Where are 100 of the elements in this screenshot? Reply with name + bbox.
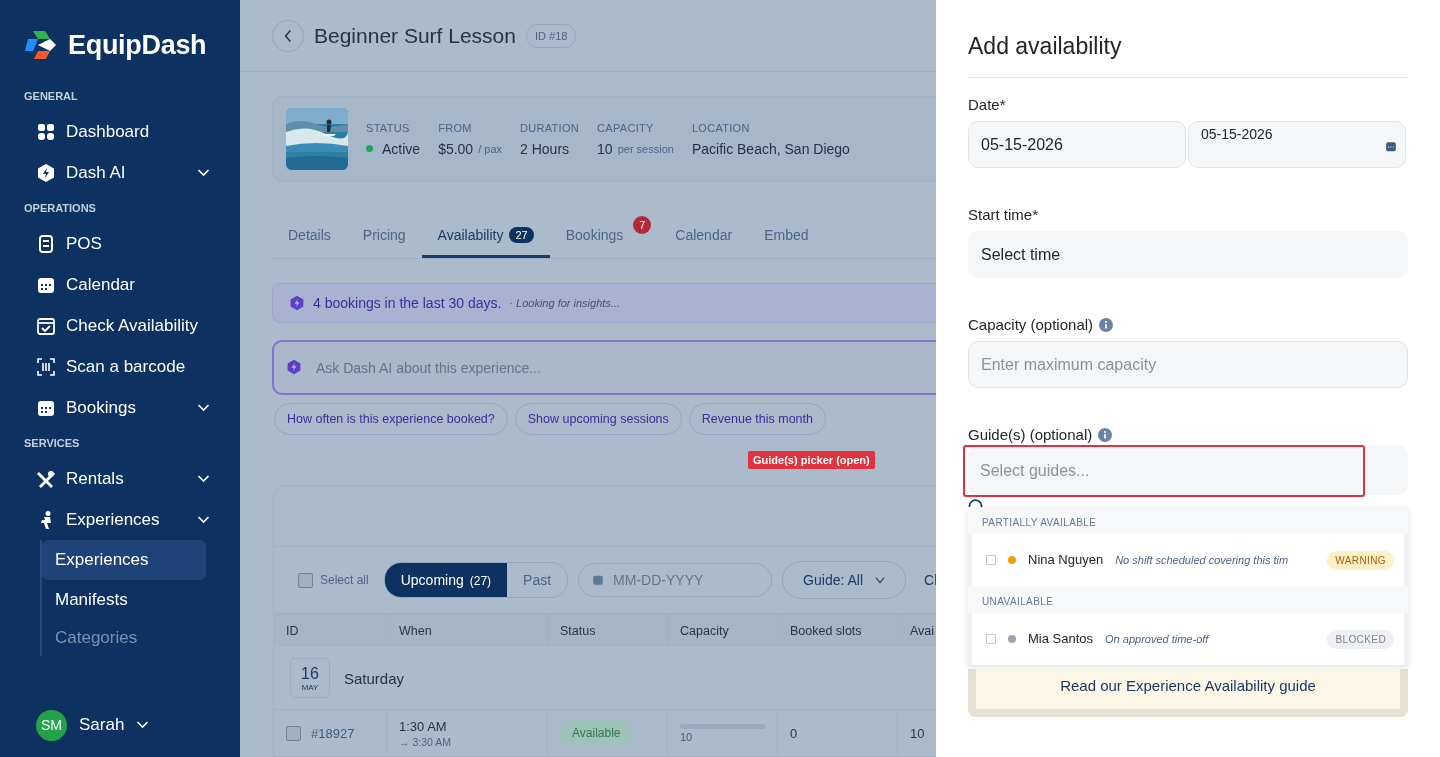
section-heading: GENERAL	[24, 90, 79, 102]
insight-text: 4 bookings in the last 30 days.	[313, 295, 502, 311]
time-select[interactable]: Select time	[968, 231, 1408, 278]
nav-item[interactable]: Rentals	[24, 458, 240, 499]
brand-name: EquipDash	[68, 29, 207, 61]
card-terminal-icon	[36, 233, 56, 254]
tab[interactable]: Availability 27	[421, 214, 550, 258]
stat-value: Pacific Beach, San Diego	[691, 140, 850, 157]
stat-label: FROM	[438, 121, 473, 134]
status-dot	[366, 145, 373, 152]
nav-label: Dash AI	[66, 162, 127, 183]
stat-value: $5.00	[438, 140, 474, 157]
nav-label: Bookings	[66, 397, 137, 418]
field-label: Start time*	[968, 206, 1040, 223]
panel-title: Add availability	[968, 0, 1408, 78]
stat-label: DURATION	[520, 121, 580, 134]
segment-button[interactable]: Upcoming (27)	[384, 563, 508, 597]
calendar-icon	[1385, 140, 1397, 153]
table-cell: 10	[680, 730, 693, 743]
nav-item[interactable]: Check Availability	[24, 305, 240, 346]
start-time: 1:30 AM	[399, 718, 447, 734]
section-heading: OPERATIONS	[24, 202, 97, 214]
calendar-check-icon	[36, 315, 56, 336]
insight-note: · Looking for insights...	[509, 297, 620, 309]
nav-label: Experiences	[66, 509, 161, 530]
nav-item[interactable]: Experiences	[24, 499, 240, 540]
stat-unit: per session	[617, 142, 674, 155]
nav-label: Check Availability	[66, 315, 199, 336]
field-label: Date*	[968, 96, 1007, 113]
group-heading: PARTIALLY AVAILABLE	[968, 507, 1408, 534]
field-label: Guide(s) (optional)	[968, 426, 1093, 443]
sub-nav-item[interactable]: Categories	[42, 620, 206, 656]
sub-nav-item[interactable]: Manifests	[42, 580, 206, 620]
toolbar-button[interactable]: Cl	[916, 572, 936, 588]
guide-name: Nina Nguyen	[1028, 551, 1104, 569]
checkbox[interactable]	[986, 634, 996, 644]
user-name: Sarah	[79, 715, 125, 735]
column-header: Status	[548, 614, 668, 647]
stat-unit: / pax	[478, 142, 503, 155]
nav-label: Scan a barcode	[66, 356, 187, 377]
info-icon[interactable]	[1099, 317, 1114, 332]
info-icon[interactable]	[1098, 427, 1113, 442]
checkbox[interactable]	[298, 572, 313, 588]
count-badge: 27	[509, 226, 534, 243]
section-heading: SERVICES	[24, 437, 81, 449]
nav-item[interactable]: Scan a barcode	[24, 346, 240, 387]
notification-badge: 7	[633, 216, 652, 234]
nav-item[interactable]: Calendar	[24, 264, 240, 305]
stat-label: CAPACITY	[597, 121, 655, 134]
field-label: Capacity (optional)	[968, 316, 1094, 333]
checkbox-label: Select all	[320, 573, 369, 587]
crossed-tools-icon	[36, 468, 56, 489]
weekday-label: Saturday	[344, 669, 405, 687]
status-tag: WARNING	[1327, 550, 1394, 570]
guide-option[interactable]: Mia Santos On approved time-off BLOCKED	[968, 613, 1408, 665]
nav-item[interactable]: Dash AI	[24, 152, 240, 193]
guide-note: On approved time-off	[1105, 633, 1210, 645]
nav-item[interactable]: Bookings	[24, 387, 240, 428]
guide-link[interactable]: Read our Experience Availability guide	[1060, 677, 1316, 694]
table-cell: #18927	[311, 725, 355, 741]
date-filter-field[interactable]: MM-DD-YYYY	[578, 563, 773, 597]
guide-name: Mia Santos	[1028, 630, 1094, 648]
stat-value: 10	[597, 140, 613, 157]
checkbox[interactable]	[986, 555, 996, 565]
hexagon-bolt-icon	[286, 359, 302, 375]
stat-label: LOCATION	[691, 121, 751, 134]
column-header: Booked slots	[778, 614, 898, 647]
column-header: ID	[274, 614, 387, 647]
column-header: Capacity	[668, 614, 778, 647]
guides-select-field[interactable]: Select guides...	[963, 445, 1365, 497]
nav-label: Dashboard	[66, 121, 151, 142]
group-heading: UNAVAILABLE	[968, 586, 1408, 613]
nav-item[interactable]: POS	[24, 223, 240, 264]
chevron-down-icon	[875, 576, 886, 584]
nav-label: Calendar	[66, 274, 136, 295]
page-title: Beginner Surf Lesson	[314, 23, 516, 48]
stat-value: Active	[382, 140, 421, 157]
checkbox[interactable]	[286, 725, 301, 741]
guide-note: No shift scheduled covering this tim	[1115, 554, 1290, 566]
nav-label: POS	[66, 233, 103, 254]
table-cell: 0	[790, 725, 798, 741]
annotation-label: Guide(s) picker (open)	[748, 451, 875, 469]
chevron-left-icon	[284, 28, 292, 43]
stat-value: 2 Hours	[520, 140, 570, 157]
column-header: When	[387, 614, 548, 647]
stat-label: STATUS	[366, 121, 411, 134]
hexagon-bolt-icon	[36, 162, 56, 183]
nav-item[interactable]: Dashboard	[24, 111, 240, 152]
tab[interactable]: Bookings 7	[549, 214, 660, 258]
capacity-input[interactable]: Enter maximum capacity	[968, 341, 1408, 388]
status-tag: BLOCKED	[1327, 629, 1394, 649]
grid-icon	[36, 121, 56, 142]
sub-nav-item[interactable]: Experiences	[42, 540, 206, 580]
date-picker-field[interactable]: 05-15-2026	[1188, 121, 1406, 168]
ask-field[interactable]: Ask Dash AI about this experience...	[272, 340, 936, 395]
table-cell: 10	[910, 725, 925, 741]
calendar-icon	[592, 574, 605, 586]
date-field[interactable]: 05-15-2026	[968, 121, 1186, 168]
barcode-icon	[36, 356, 56, 377]
date-badge: 16 MAY	[290, 658, 330, 698]
